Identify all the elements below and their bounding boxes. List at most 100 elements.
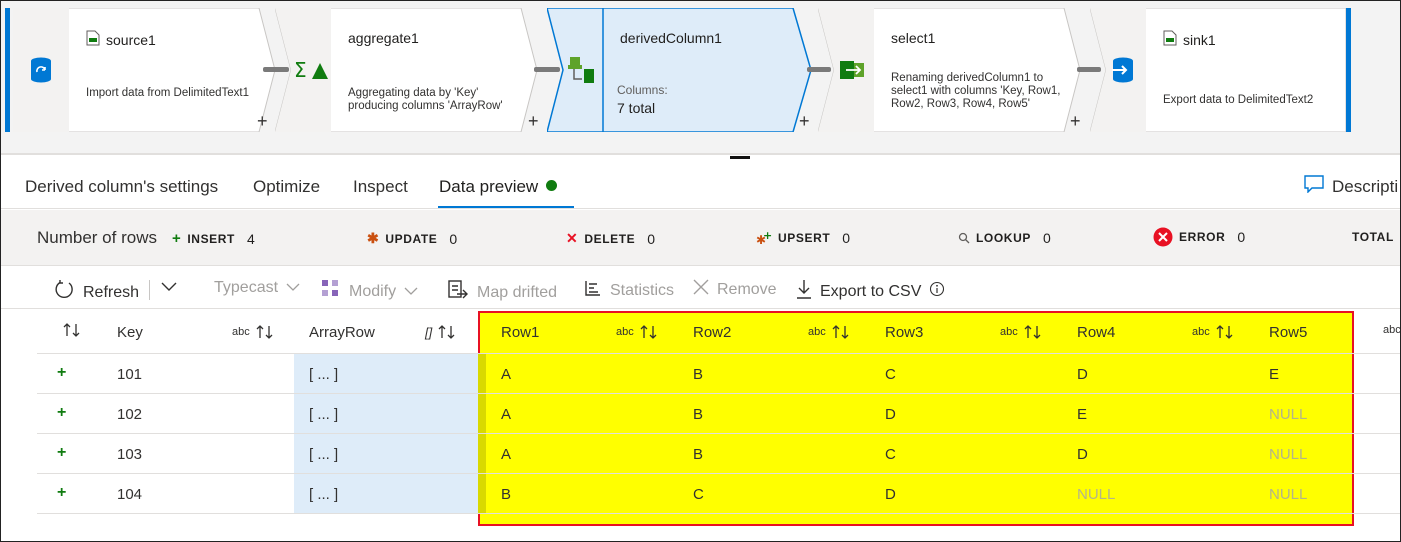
column-header-row1[interactable]: Row1 bbox=[501, 324, 539, 341]
type-label: abc bbox=[1192, 326, 1210, 338]
remove-label: Remove bbox=[717, 280, 777, 298]
column-header-row4[interactable]: Row4 bbox=[1077, 324, 1115, 341]
stat-upsert: ✱ + UPSERT 0 bbox=[756, 230, 850, 246]
cell-row5: E bbox=[1269, 366, 1280, 383]
download-icon bbox=[796, 279, 812, 304]
stat-value: 0 bbox=[647, 230, 656, 247]
column-header-arrayrow[interactable]: ArrayRow bbox=[309, 324, 375, 341]
modify-button[interactable]: Modify bbox=[321, 279, 418, 304]
delete-icon: ✕ bbox=[566, 230, 579, 246]
type-label: abc bbox=[232, 326, 250, 338]
column-type-arrayrow[interactable]: [] bbox=[425, 324, 456, 340]
column-type-key[interactable]: abc bbox=[232, 324, 274, 340]
cell-row5: NULL bbox=[1269, 446, 1308, 463]
cell-row1: A bbox=[501, 446, 512, 463]
refresh-button[interactable]: Refresh bbox=[53, 279, 139, 306]
typecast-button[interactable]: Typecast bbox=[214, 279, 300, 297]
table-row[interactable]: + 103 [ ... ] A B C D NULL bbox=[37, 434, 1400, 474]
settings-tabs: Derived column's settings Optimize Inspe… bbox=[1, 163, 1400, 209]
search-icon bbox=[958, 232, 970, 244]
divider bbox=[1, 153, 1400, 155]
table-row[interactable]: + 102 [ ... ] A B D E NULL bbox=[37, 394, 1400, 434]
flow-end-bar bbox=[1346, 8, 1351, 132]
cell-row1: A bbox=[501, 406, 512, 423]
stat-delete: ✕ DELETE 0 bbox=[566, 230, 655, 247]
stat-label: DELETE bbox=[584, 231, 636, 246]
cell-row3: D bbox=[885, 486, 896, 503]
cell-row2: B bbox=[693, 366, 704, 383]
stat-label: UPSERT bbox=[778, 231, 831, 245]
tab-derived-column-settings[interactable]: Derived column's settings bbox=[25, 177, 218, 197]
table-row[interactable]: + 101 [ ... ] A B C D E bbox=[37, 354, 1400, 394]
add-transform-button[interactable]: + bbox=[257, 112, 268, 130]
node-aggregate1[interactable]: Σ aggregate1 Aggregating data by 'Key' p… bbox=[275, 8, 537, 132]
column-type-row4[interactable]: abc bbox=[1192, 324, 1234, 340]
node-title: sink1 bbox=[1183, 31, 1216, 48]
export-label: Export to CSV bbox=[820, 282, 922, 300]
tab-optimize[interactable]: Optimize bbox=[253, 177, 320, 197]
chevron-down-icon bbox=[161, 279, 177, 297]
modify-label: Modify bbox=[349, 282, 397, 300]
statistics-label: Statistics bbox=[610, 281, 675, 299]
type-label: abc bbox=[1000, 326, 1018, 338]
tab-data-preview[interactable]: Data preview bbox=[439, 177, 558, 197]
info-icon[interactable] bbox=[929, 281, 945, 302]
column-header-key[interactable]: Key bbox=[117, 324, 143, 341]
export-csv-button[interactable]: Export to CSV bbox=[796, 279, 945, 304]
panel-resize-handle[interactable] bbox=[730, 156, 750, 159]
stat-label: INSERT bbox=[187, 231, 235, 246]
select-icon bbox=[824, 8, 880, 132]
preview-toolbar: Refresh Typecast Modify Map drifted Stat… bbox=[1, 267, 1400, 309]
data-preview-grid: Key abc ArrayRow [] Row1 abc Row2 abc Ro… bbox=[1, 310, 1400, 541]
add-transform-button[interactable]: + bbox=[528, 112, 539, 130]
cell-row2: B bbox=[693, 446, 704, 463]
cell-row5: NULL bbox=[1269, 486, 1308, 503]
refresh-options-dropdown[interactable] bbox=[161, 279, 177, 297]
tab-inspect[interactable]: Inspect bbox=[353, 177, 408, 197]
add-transform-button[interactable]: + bbox=[1070, 112, 1081, 130]
column-type-row1[interactable]: abc bbox=[616, 324, 658, 340]
update-icon: ✱ bbox=[367, 230, 380, 246]
table-row[interactable]: + 104 [ ... ] B C D NULL NULL bbox=[37, 474, 1400, 514]
active-tab-indicator bbox=[438, 206, 574, 208]
stat-value: 0 bbox=[842, 230, 851, 246]
node-select1[interactable]: select1 Renaming derivedColumn1 to selec… bbox=[818, 8, 1080, 132]
cell-key: 103 bbox=[117, 446, 143, 463]
add-transform-button[interactable]: + bbox=[799, 112, 810, 130]
csv-file-icon bbox=[86, 30, 100, 49]
description-label: Descripti bbox=[1332, 176, 1399, 196]
cell-arrayrow[interactable]: [ ... ] bbox=[309, 446, 338, 463]
remove-button[interactable]: Remove bbox=[693, 279, 777, 300]
grid-header: Key abc ArrayRow [] Row1 abc Row2 abc Ro… bbox=[37, 310, 1400, 354]
statistics-icon bbox=[584, 279, 602, 302]
column-type-row2[interactable]: abc bbox=[808, 324, 850, 340]
cell-arrayrow[interactable]: [ ... ] bbox=[309, 406, 338, 423]
node-title: aggregate1 bbox=[348, 30, 419, 46]
cell-key: 104 bbox=[117, 486, 143, 503]
cell-arrayrow[interactable]: [ ... ] bbox=[309, 486, 338, 503]
node-source1[interactable]: source1 Import data from DelimitedText1 bbox=[13, 8, 275, 132]
cell-arrayrow[interactable]: [ ... ] bbox=[309, 366, 338, 383]
stat-label: TOTAL bbox=[1352, 230, 1394, 244]
column-header-row2[interactable]: Row2 bbox=[693, 324, 731, 341]
column-header-row5[interactable]: Row5 bbox=[1269, 324, 1307, 341]
svg-text:+: + bbox=[763, 230, 772, 242]
cell-row3: D bbox=[885, 406, 896, 423]
stat-value: 4 bbox=[246, 230, 255, 247]
stat-value: 0 bbox=[1237, 229, 1246, 245]
rows-label: Number of rows bbox=[37, 228, 157, 247]
node-sink1[interactable]: sink1 Export data to DelimitedText2 bbox=[1090, 8, 1346, 132]
column-header-row3[interactable]: Row3 bbox=[885, 324, 923, 341]
map-drifted-button[interactable]: Map drifted bbox=[447, 279, 557, 306]
description-button[interactable]: Descripti bbox=[1304, 175, 1398, 198]
column-type-row3[interactable]: abc bbox=[1000, 324, 1042, 340]
type-label: abc bbox=[616, 326, 634, 338]
statistics-button[interactable]: Statistics bbox=[584, 279, 674, 302]
stat-label: UPDATE bbox=[385, 231, 438, 246]
stat-insert: + INSERT 4 bbox=[172, 230, 255, 247]
node-derivedcolumn1[interactable]: derivedColumn1 Columns: 7 total bbox=[547, 8, 813, 132]
cell-row1: A bbox=[501, 366, 512, 383]
refresh-icon bbox=[53, 279, 75, 306]
sort-icon[interactable] bbox=[63, 322, 81, 338]
chevron-down-icon bbox=[286, 279, 300, 297]
